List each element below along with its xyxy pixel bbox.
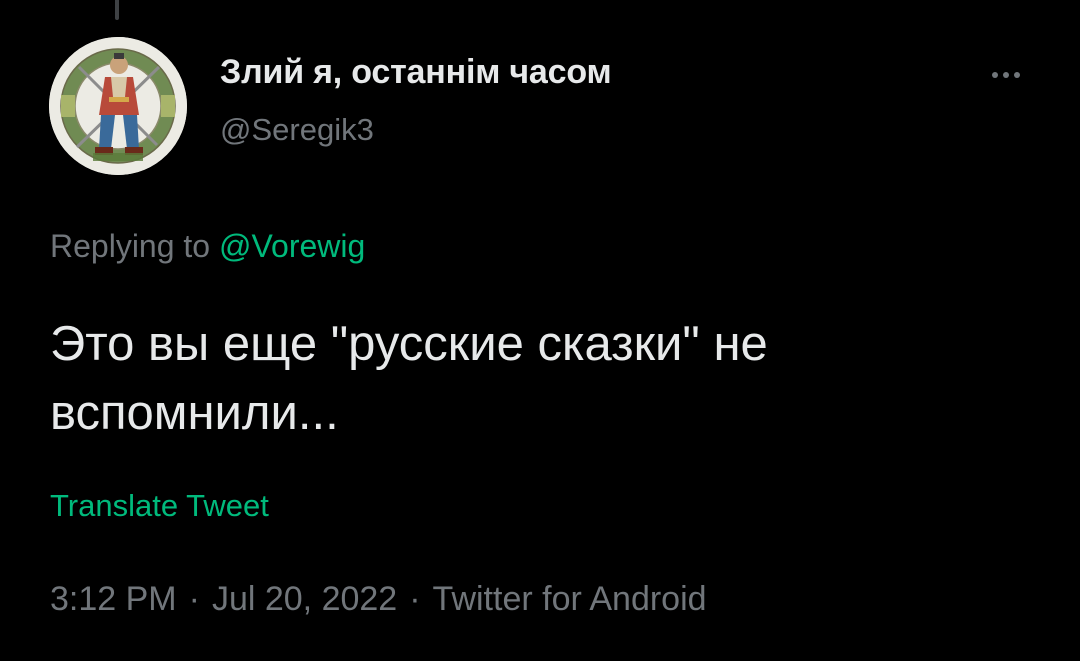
metadata-separator: · xyxy=(409,580,421,618)
tweet-time[interactable]: 3:12 PM xyxy=(50,580,177,618)
tweet-source: Twitter for Android xyxy=(432,580,707,618)
more-horizontal-icon xyxy=(992,72,998,78)
more-options-button[interactable] xyxy=(982,62,1030,88)
display-name[interactable]: Злий я, останнім часом xyxy=(220,53,612,92)
more-horizontal-icon-dot xyxy=(1003,72,1009,78)
user-handle[interactable]: @Seregik3 xyxy=(220,112,374,148)
tweet-metadata: 3:12 PM · Jul 20, 2022 · Twitter for Android xyxy=(50,580,707,619)
tweet-date[interactable]: Jul 20, 2022 xyxy=(212,580,397,618)
replying-to-mention-link[interactable]: @Vorewig xyxy=(219,228,365,264)
translate-tweet-link[interactable]: Translate Tweet xyxy=(50,488,269,524)
metadata-separator: · xyxy=(188,580,200,618)
replying-to-label: Replying to xyxy=(50,228,211,264)
avatar[interactable] xyxy=(49,37,187,175)
tweet-text: Это вы еще "русские сказки" не вспомнили… xyxy=(50,317,768,440)
more-horizontal-icon-dot xyxy=(1014,72,1020,78)
replying-to-line: Replying to @Vorewig xyxy=(50,228,365,265)
cossack-emblem-image xyxy=(49,37,187,175)
thread-connector-line xyxy=(115,0,119,20)
